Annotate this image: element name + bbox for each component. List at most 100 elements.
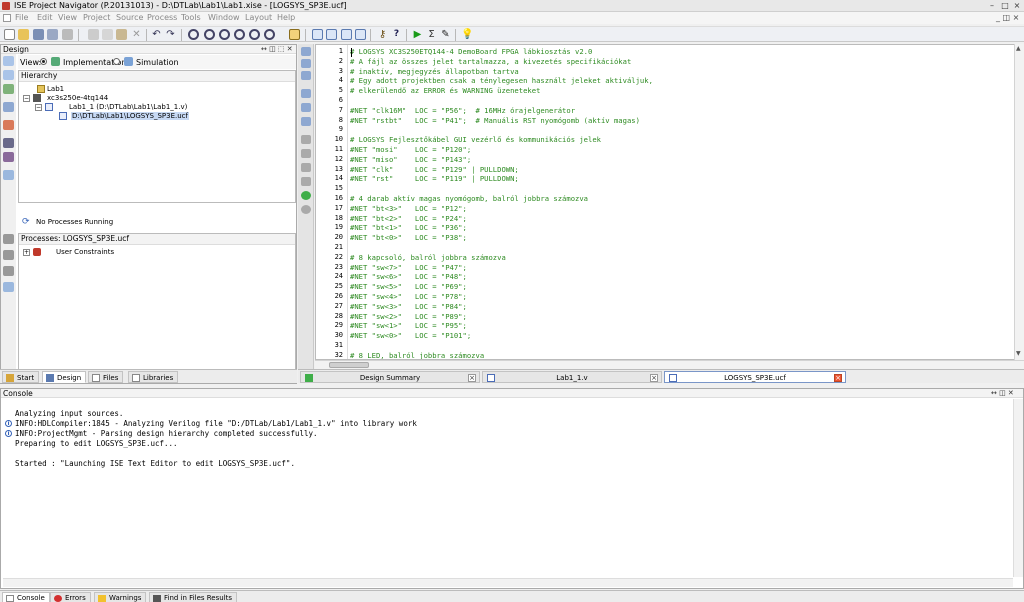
code-line[interactable]: # 8 LED, balról jobbra számozva [350, 351, 484, 359]
code-line[interactable]: #NET "sw<0>" LOC = "P101"; [350, 331, 471, 341]
scroll-down-icon[interactable]: ▼ [1016, 350, 1021, 357]
code-line[interactable]: #NET "clk" LOC = "P129" | PULLDOWN; [350, 165, 519, 175]
go-to-icon[interactable] [301, 191, 311, 200]
cut-icon[interactable] [88, 29, 99, 40]
menu-view[interactable]: View [58, 13, 77, 22]
implementation-radio[interactable] [40, 58, 47, 65]
menu-layout[interactable]: Layout [245, 13, 272, 22]
tab-warnings[interactable]: Warnings [94, 592, 147, 602]
code-line[interactable]: #NET "sw<1>" LOC = "P95"; [350, 321, 467, 331]
panel-layout-icon[interactable] [355, 29, 366, 40]
process-toolbar-icon[interactable] [3, 282, 14, 292]
menu-file[interactable]: File [15, 13, 28, 22]
code-line[interactable]: #NET "sw<6>" LOC = "P48"; [350, 272, 467, 282]
add-copy-icon[interactable] [3, 70, 14, 80]
code-line[interactable]: # A fájl az összes jelet tartalmazza, a … [350, 57, 631, 67]
undo-icon[interactable] [301, 89, 311, 98]
open-folder-icon[interactable] [18, 29, 29, 40]
tab-libraries[interactable]: Libraries [128, 371, 179, 383]
collapse-toggle[interactable]: − [23, 95, 30, 102]
code-line[interactable]: #NET "mosi" LOC = "P120"; [350, 145, 471, 155]
tab-errors[interactable]: Errors [50, 592, 91, 602]
tab-files[interactable]: Files [88, 371, 124, 383]
tree-node-project[interactable]: Lab1 [47, 85, 64, 93]
panel-controls[interactable]: ↔ ◫ ✕ [991, 389, 1014, 397]
paste-icon[interactable] [116, 29, 127, 40]
redo-icon[interactable]: ↷ [165, 29, 176, 40]
panel-layout-icon[interactable] [326, 29, 337, 40]
zoom-in-icon[interactable] [188, 29, 199, 40]
bookmark-next-icon[interactable] [301, 177, 311, 186]
uncomment-icon[interactable] [301, 149, 311, 158]
panel-controls[interactable]: ↔ ◫ ⬚ ✕ [261, 45, 293, 53]
new-file-icon[interactable] [4, 29, 15, 40]
code-line[interactable]: # Egy adott projektben csak a ténylegese… [350, 76, 653, 86]
code-line[interactable]: #NET "rstbt" LOC = "P41"; # Manuális RST… [350, 116, 640, 126]
code-line[interactable]: # 8 kapcsoló, balról jobbra számozva [350, 253, 506, 263]
code-line[interactable]: # LOGSYS Fejlesztőkábel GUI vezérlő és k… [350, 135, 601, 145]
console-horizontal-scrollbar[interactable] [3, 578, 1013, 587]
code-line[interactable]: #NET "bt<1>" LOC = "P36"; [350, 223, 467, 233]
text-editor[interactable]: 1 2 3 4 5 6 7 8 9 10 11 12 13 14 15 16 17 18 19 20 21 22 23 24 2… [315, 44, 1024, 360]
print-icon[interactable] [62, 29, 73, 40]
process-toolbar-icon[interactable] [3, 234, 14, 244]
process-toolbar-icon[interactable] [3, 266, 14, 276]
tab-design-summary[interactable]: Design Summary × [300, 371, 480, 383]
bookmark-icon[interactable] [301, 163, 311, 172]
editor-vertical-scrollbar[interactable]: ▲ ▼ [1014, 44, 1024, 360]
chip-view-icon[interactable] [3, 138, 14, 148]
expand-toggle[interactable]: + [23, 249, 30, 256]
table-view-icon[interactable] [3, 170, 14, 180]
editor-horizontal-scrollbar[interactable] [315, 360, 1024, 369]
probe-icon[interactable]: ✎ [440, 29, 451, 40]
process-toolbar-icon[interactable] [3, 250, 14, 260]
panel-layout-icon[interactable] [301, 59, 311, 68]
code-line[interactable]: # elkerülendő az ERROR és WARNING üzenet… [350, 86, 540, 96]
code-line[interactable]: #NET "sw<3>" LOC = "P84"; [350, 302, 467, 312]
scroll-thumb[interactable] [329, 362, 369, 368]
comment-icon[interactable] [301, 135, 311, 144]
minimize-button[interactable]: – [986, 1, 998, 11]
code-line[interactable]: # LOGSYS XC3S250ETQ144-4 DemoBoard FPGA … [350, 47, 592, 57]
menu-edit[interactable]: Edit [37, 13, 53, 22]
outdent-icon[interactable] [301, 117, 311, 126]
maximize-button[interactable]: □ [999, 1, 1011, 11]
edit-mode-icon[interactable] [289, 29, 300, 40]
tree-node-ucf[interactable]: D:\DTLab\Lab1\LOGSYS_SP3E.ucf [71, 112, 189, 120]
stop-icon[interactable] [301, 205, 311, 214]
zoom-select-icon[interactable] [234, 29, 245, 40]
collapse-toggle[interactable]: − [35, 104, 42, 111]
sigma-icon[interactable]: Σ [426, 29, 437, 40]
mdi-controls[interactable]: _ ◫ × [996, 13, 1019, 22]
code-line[interactable]: #NET "sw<7>" LOC = "P47"; [350, 263, 467, 273]
tab-lab1-1-v[interactable]: Lab1_1.v × [482, 371, 662, 383]
panel-layout-icon[interactable] [341, 29, 352, 40]
copy-icon[interactable] [102, 29, 113, 40]
add-source-icon[interactable] [3, 56, 14, 66]
code-line[interactable]: #NET "bt<0>" LOC = "P38"; [350, 233, 467, 243]
console-vertical-scrollbar[interactable] [1013, 399, 1023, 577]
save-icon[interactable] [33, 29, 44, 40]
save-all-icon[interactable] [47, 29, 58, 40]
close-tab-icon[interactable]: × [650, 374, 658, 382]
menu-help[interactable]: Help [277, 13, 295, 22]
panel-layout-icon[interactable] [301, 71, 311, 80]
delete-icon[interactable]: ✕ [131, 29, 142, 40]
lightbulb-icon[interactable]: 💡 [461, 29, 473, 40]
code-line[interactable]: #NET "bt<3>" LOC = "P12"; [350, 204, 467, 214]
close-tab-icon[interactable]: × [468, 374, 476, 382]
module-view-icon[interactable] [3, 152, 14, 162]
tab-console[interactable]: Console [2, 592, 50, 602]
indent-icon[interactable] [301, 103, 311, 112]
hierarchy-view-icon[interactable] [3, 102, 14, 112]
key-icon[interactable]: ⚷ [377, 29, 388, 40]
panel-layout-icon[interactable] [312, 29, 323, 40]
tree-node-module[interactable]: Lab1_1 (D:\DTLab\Lab1\Lab1_1.v) [69, 103, 187, 111]
undo-icon[interactable]: ↶ [151, 29, 162, 40]
new-source-icon[interactable] [3, 84, 14, 94]
context-help-icon[interactable]: ? [391, 29, 402, 40]
menu-tools[interactable]: Tools [181, 13, 201, 22]
menu-window[interactable]: Window [208, 13, 240, 22]
find-next-icon[interactable] [264, 29, 275, 40]
close-tab-icon[interactable]: × [834, 374, 842, 382]
